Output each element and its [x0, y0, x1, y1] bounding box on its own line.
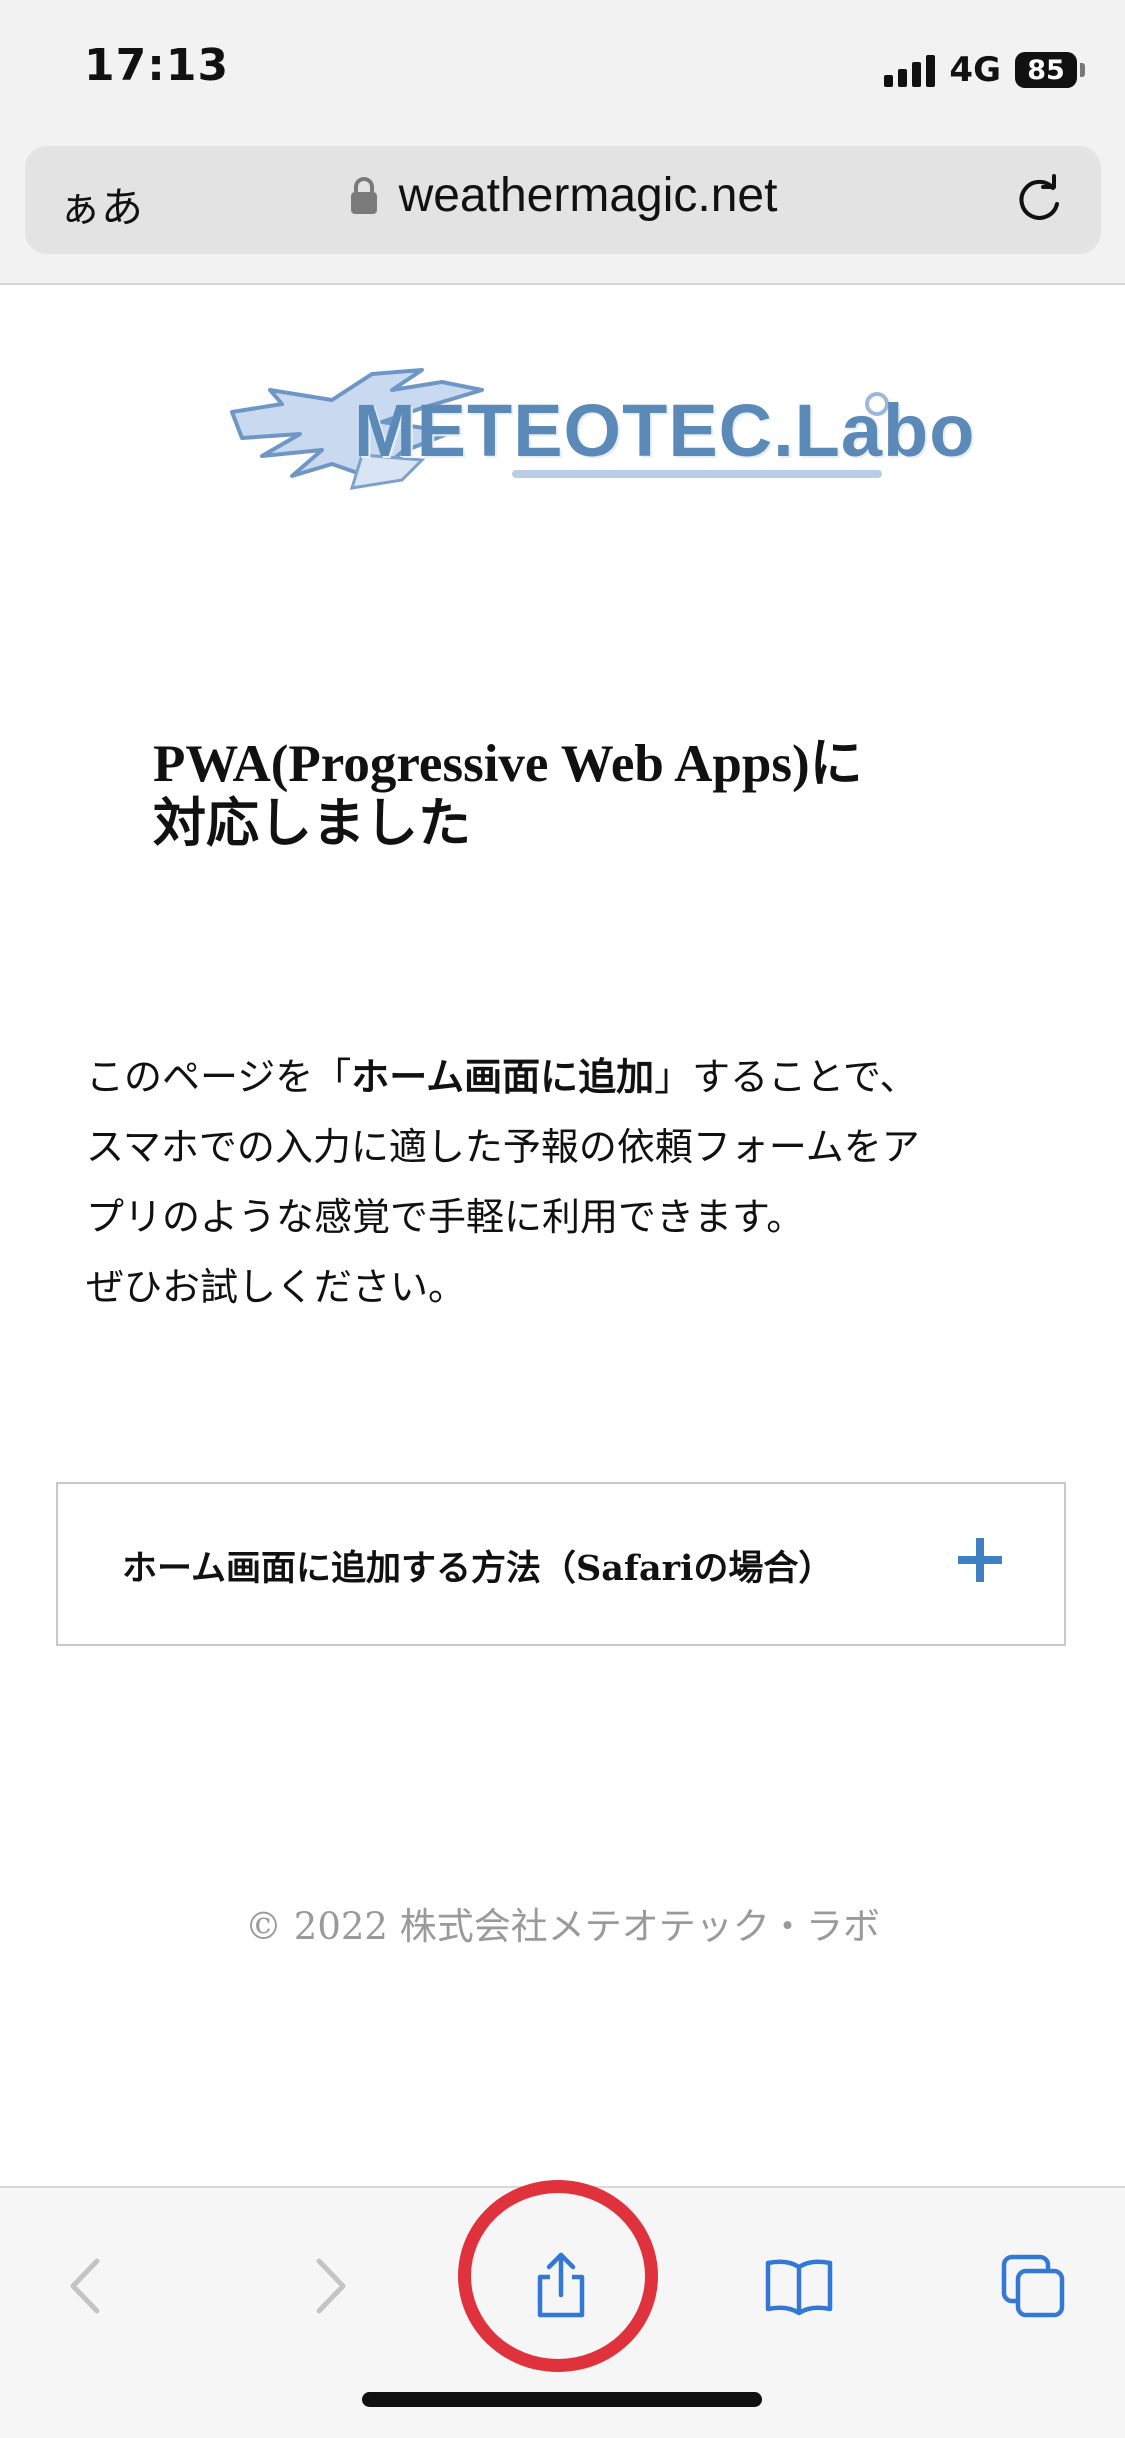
reload-icon[interactable] — [1013, 174, 1065, 226]
page-headline: PWA(Progressive Web Apps)に 対応しました — [153, 734, 1013, 854]
bookmarks-button[interactable] — [749, 2236, 849, 2336]
intro-line-3: プリのような感覚で手軽に利用できます。 — [86, 1195, 805, 1239]
add-to-home-accordion[interactable]: ホーム画面に追加する方法（Safariの場合） — [56, 1482, 1066, 1646]
browser-address-area: ぁあ weathermagic.net — [0, 140, 1125, 285]
bookmarks-icon — [765, 2259, 833, 2316]
intro-line-2: スマホでの入力に適した予報の依頼フォームをア — [86, 1125, 920, 1169]
forward-button[interactable] — [278, 2236, 378, 2336]
battery-level: 85 — [1015, 52, 1077, 88]
status-bar: 17:13 4G 85 — [0, 0, 1125, 140]
tabs-button[interactable] — [983, 2236, 1083, 2336]
plus-icon[interactable] — [956, 1536, 1004, 1584]
footer-copyright: © 2022 株式会社メテオテック・ラボ — [245, 1905, 880, 1948]
status-indicators: 4G 85 — [884, 48, 1085, 92]
tabs-icon — [1001, 2254, 1065, 2318]
network-type: 4G — [949, 50, 1001, 90]
share-highlight-ring — [458, 2180, 658, 2372]
signal-icon — [884, 53, 936, 87]
home-indicator — [362, 2392, 762, 2407]
intro-emphasis: ホーム画面に追加 — [351, 1054, 655, 1099]
address-bar[interactable]: ぁあ weathermagic.net — [25, 146, 1101, 254]
headline-line-2: 対応しました — [153, 795, 471, 853]
forward-icon — [316, 2258, 346, 2314]
intro-line-1: このページを「ホーム画面に追加」することで、 — [86, 1054, 918, 1099]
lock-icon — [350, 176, 377, 214]
back-button[interactable] — [38, 2236, 138, 2336]
url-text[interactable]: weathermagic.net — [399, 168, 778, 223]
site-logo[interactable]: METEOTEC.Labo — [222, 360, 974, 510]
intro-paragraph: このページを「ホーム画面に追加」することで、 スマホでの入力に適した予報の依頼フ… — [86, 1042, 1046, 1322]
accordion-label: ホーム画面に追加する方法（Safariの場合） — [122, 1548, 834, 1589]
logo-text: METEOTEC.Labo — [354, 389, 976, 472]
url-group[interactable]: weathermagic.net — [25, 168, 1101, 223]
back-icon — [70, 2258, 100, 2314]
status-time: 17:13 — [84, 40, 230, 91]
intro-line-4: ぜひお試しください。 — [86, 1265, 467, 1309]
battery-icon: 85 — [1015, 52, 1085, 88]
headline-line-1: PWA(Progressive Web Apps)に — [153, 735, 863, 793]
